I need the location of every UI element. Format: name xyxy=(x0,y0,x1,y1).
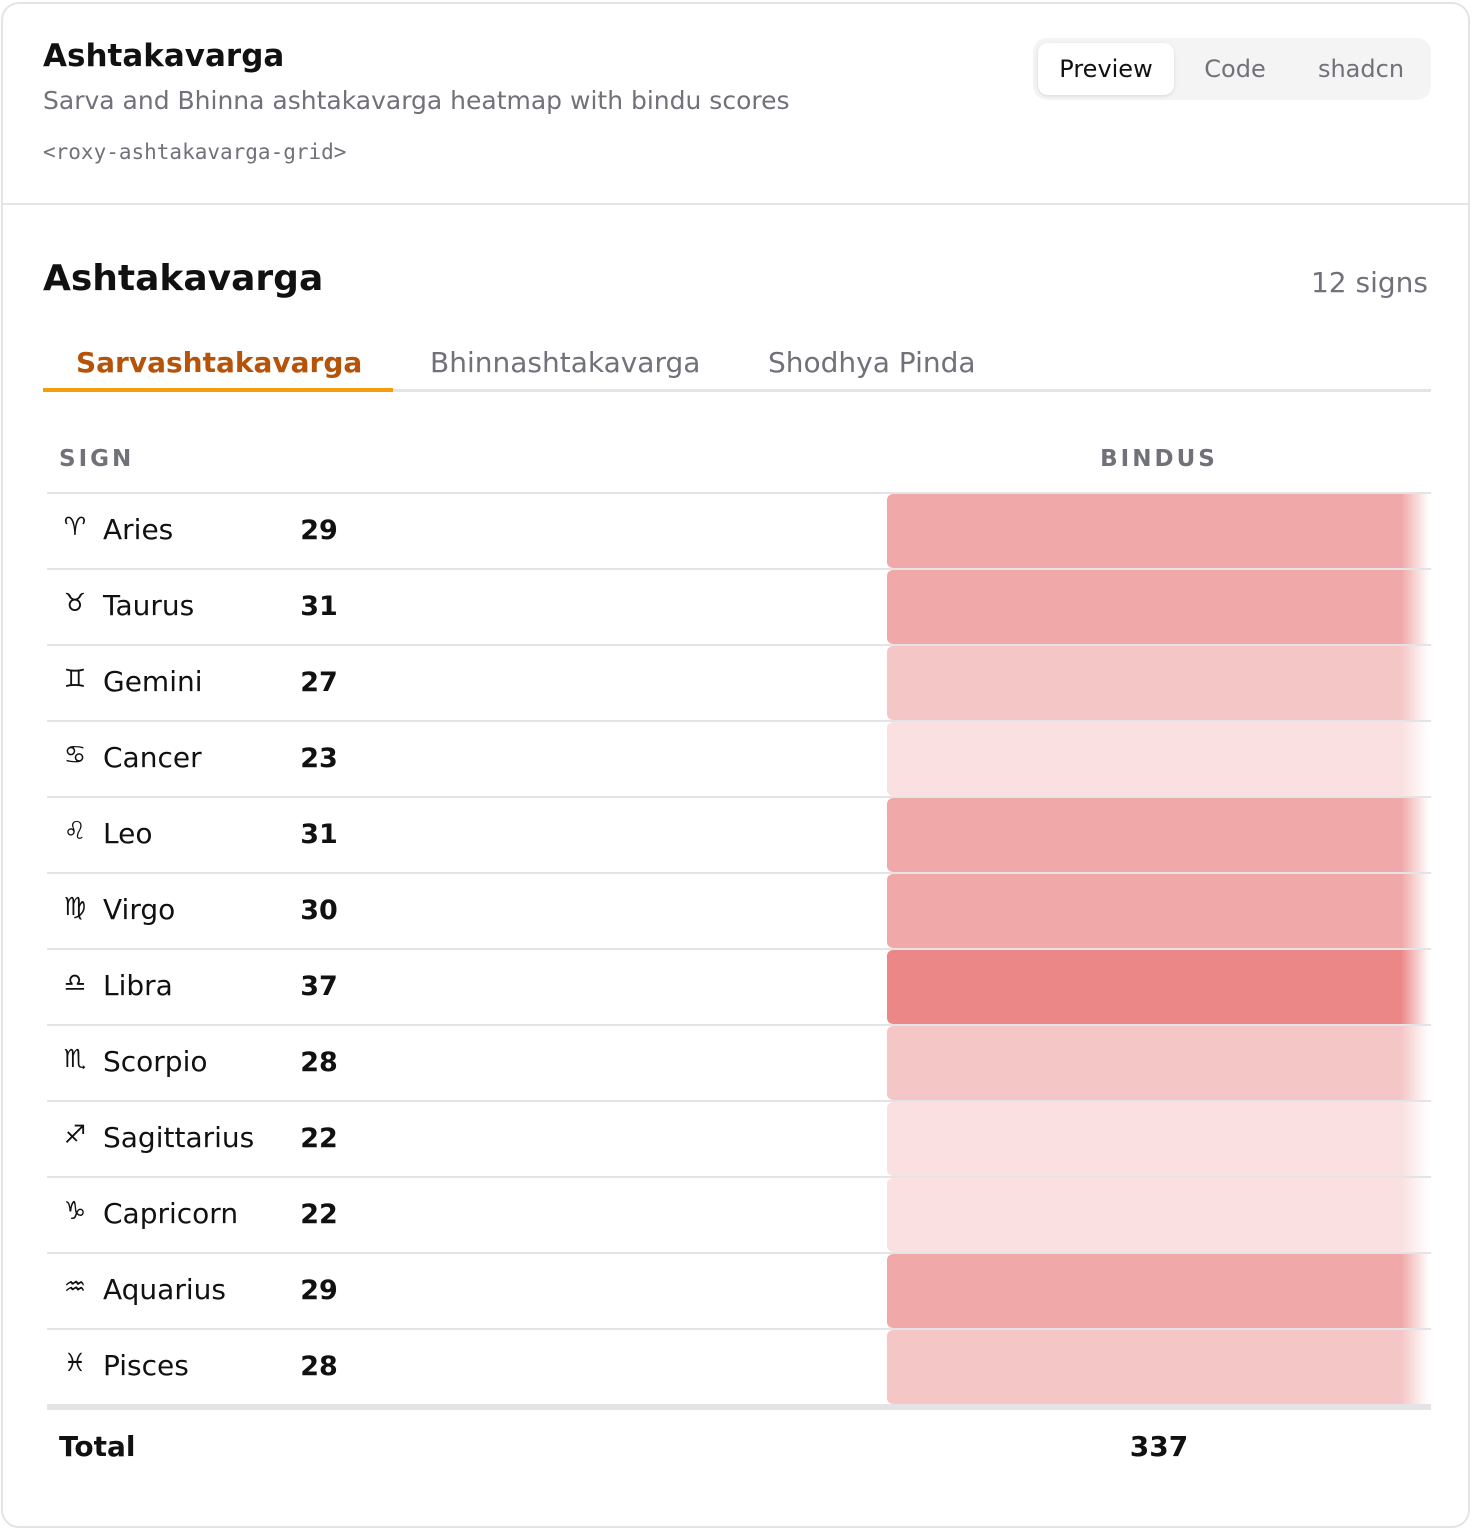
demo-card: Ashtakavarga Sarva and Bhinna ashtakavar… xyxy=(1,2,1470,1528)
active-tab-indicator xyxy=(43,388,393,392)
bindu-table-body: ♈ Aries 29 ♉ Taurus 31 ♊ Gemini 27 ♋ Cancer 23 ♌ Leo 3… xyxy=(47,494,1431,1406)
bindu-heat-cell xyxy=(887,494,1429,568)
component-tag: <roxy-ashtakavarga-grid> xyxy=(43,140,347,164)
total-value: 337 xyxy=(1129,1430,1189,1463)
bindu-value: 22 xyxy=(300,1199,338,1230)
view-switcher: Preview Code shadcn xyxy=(1033,38,1431,100)
demo-title: Ashtakavarga xyxy=(43,38,285,74)
bindu-value: 30 xyxy=(300,895,338,926)
bindu-value: 37 xyxy=(300,971,338,1002)
code-tab[interactable]: Code xyxy=(1180,43,1290,95)
tab-bhinnashtakavarga[interactable]: Bhinnashtakavarga xyxy=(430,346,700,379)
table-row: ♒ Aquarius 29 xyxy=(47,1254,1431,1330)
table-row: ♑ Capricorn 22 xyxy=(47,1178,1431,1254)
bindu-heat-cell xyxy=(887,1102,1429,1176)
table-row: ♊ Gemini 27 xyxy=(47,646,1431,722)
table-row: ♐ Sagittarius 22 xyxy=(47,1102,1431,1178)
table-row: ♍ Virgo 30 xyxy=(47,874,1431,950)
bindu-value: 28 xyxy=(300,1047,338,1078)
bindu-heat-cell xyxy=(887,798,1429,872)
bindu-heat-cell xyxy=(887,1026,1429,1100)
bindu-heat-cell xyxy=(887,646,1429,720)
bindu-value: 29 xyxy=(300,515,338,546)
table-row: ♈ Aries 29 xyxy=(47,494,1431,570)
demo-header: Ashtakavarga Sarva and Bhinna ashtakavar… xyxy=(3,4,1468,205)
widget-title: Ashtakavarga xyxy=(43,258,324,299)
bindu-value: 27 xyxy=(300,667,338,698)
bindu-heat-cell xyxy=(887,1330,1429,1404)
shadcn-tab[interactable]: shadcn xyxy=(1299,43,1423,95)
bindu-heat-cell xyxy=(887,1178,1429,1252)
bindu-heat-cell xyxy=(887,570,1429,644)
table-row: ♋ Cancer 23 xyxy=(47,722,1431,798)
ashtakavarga-tabs: Sarvashtakavarga Bhinnashtakavarga Shodh… xyxy=(43,334,1431,392)
tab-shodhya-pinda[interactable]: Shodhya Pinda xyxy=(768,346,976,379)
bindu-value: 31 xyxy=(300,819,338,850)
sign-count: 12 signs xyxy=(1310,266,1428,299)
bindu-value: 28 xyxy=(300,1351,338,1382)
table-row: ♉ Taurus 31 xyxy=(47,570,1431,646)
bindu-heat-cell xyxy=(887,874,1429,948)
column-header-bindus: BINDUS xyxy=(1100,446,1218,472)
bindu-value: 29 xyxy=(300,1275,338,1306)
total-label: Total xyxy=(59,1430,136,1463)
demo-description: Sarva and Bhinna ashtakavarga heatmap wi… xyxy=(43,86,790,115)
table-row: ♌ Leo 31 xyxy=(47,798,1431,874)
bindu-value: 23 xyxy=(300,743,338,774)
bindu-heat-cell xyxy=(887,722,1429,796)
total-row: Total 337 xyxy=(47,1406,1431,1482)
column-header-sign: SIGN xyxy=(59,446,135,472)
bindu-value: 22 xyxy=(300,1123,338,1154)
table-row: ♓ Pisces 28 xyxy=(47,1330,1431,1406)
table-row: ♏ Scorpio 28 xyxy=(47,1026,1431,1102)
table-row: ♎ Libra 37 xyxy=(47,950,1431,1026)
bindu-heat-cell xyxy=(887,950,1429,1024)
bindu-heat-cell xyxy=(887,1254,1429,1328)
table-header: SIGN BINDUS xyxy=(47,438,1431,494)
preview-tab[interactable]: Preview xyxy=(1038,43,1174,95)
tab-sarvashtakavarga[interactable]: Sarvashtakavarga xyxy=(76,346,362,379)
bindu-value: 31 xyxy=(300,591,338,622)
